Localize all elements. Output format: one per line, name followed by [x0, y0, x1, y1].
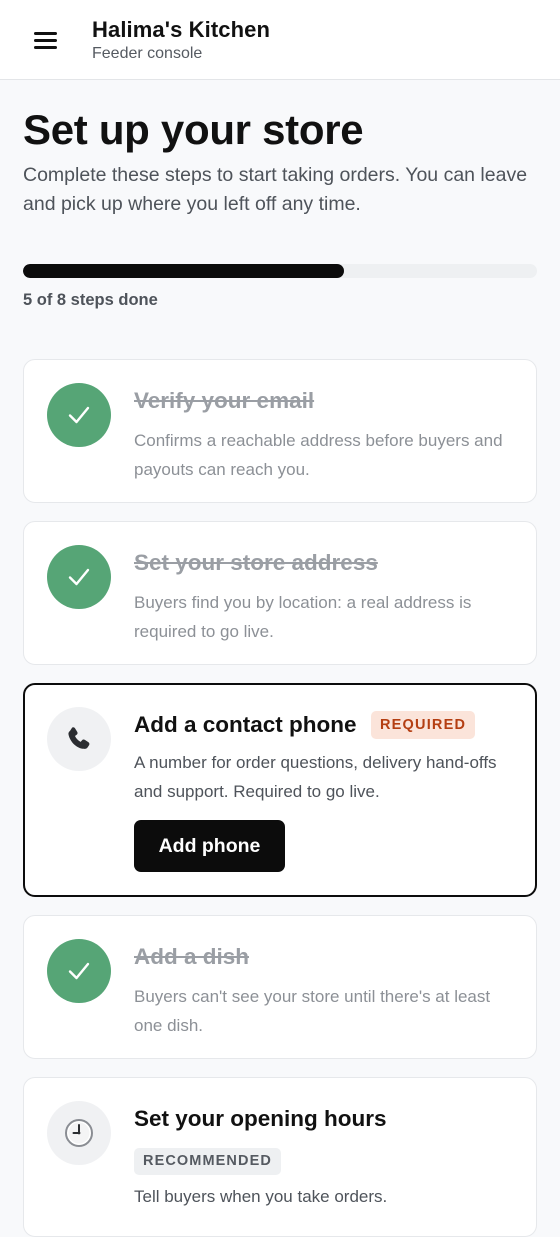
- console-subtitle: Feeder console: [92, 45, 203, 62]
- progress-bar: [23, 264, 537, 278]
- checkmark-icon: [47, 545, 111, 609]
- step-card-verify-email[interactable]: Verify your email Confirms a reachable a…: [23, 359, 537, 503]
- required-badge: REQUIRED: [371, 711, 476, 739]
- step-title: Add a contact phone: [134, 712, 357, 737]
- phone-icon: [47, 707, 111, 771]
- step-description: Tell buyers when you take orders.: [134, 1187, 388, 1206]
- step-description: Confirms a reachable address before buye…: [134, 431, 503, 479]
- recommended-badge: RECOMMENDED: [134, 1148, 281, 1175]
- step-title: Set your opening hours: [134, 1106, 387, 1131]
- step-title: Verify your email: [134, 388, 315, 413]
- step-card-add-dish[interactable]: Add a dish Buyers can't see your store u…: [23, 915, 537, 1059]
- top-bar: Halima's Kitchen Feeder console: [0, 0, 560, 80]
- hamburger-menu-icon[interactable]: [34, 31, 58, 50]
- step-card-store-address[interactable]: Set your store address Buyers find you b…: [23, 521, 537, 665]
- step-description: Buyers find you by location: a real addr…: [134, 593, 472, 641]
- progress-bar-fill: [23, 264, 345, 278]
- checkmark-icon: [47, 383, 111, 447]
- step-card-opening-hours[interactable]: Set your opening hours RECOMMENDED Tell …: [23, 1077, 537, 1237]
- step-description: A number for order questions, delivery h…: [134, 753, 497, 801]
- progress-label: 5 of 8 steps done: [23, 291, 158, 309]
- checkmark-icon: [47, 939, 111, 1003]
- store-name: Halima's Kitchen: [92, 17, 270, 42]
- step-card-contact-phone: Add a contact phone REQUIRED A number fo…: [23, 683, 537, 897]
- step-title: Set your store address: [134, 550, 378, 575]
- page-intro: Complete these steps to start taking ord…: [23, 164, 528, 215]
- step-title: Add a dish: [134, 944, 250, 969]
- page-title: Set up your store: [23, 106, 364, 153]
- clock-icon: [47, 1101, 111, 1165]
- step-description: Buyers can't see your store until there'…: [134, 987, 491, 1035]
- add-phone-button[interactable]: Add phone: [134, 820, 285, 872]
